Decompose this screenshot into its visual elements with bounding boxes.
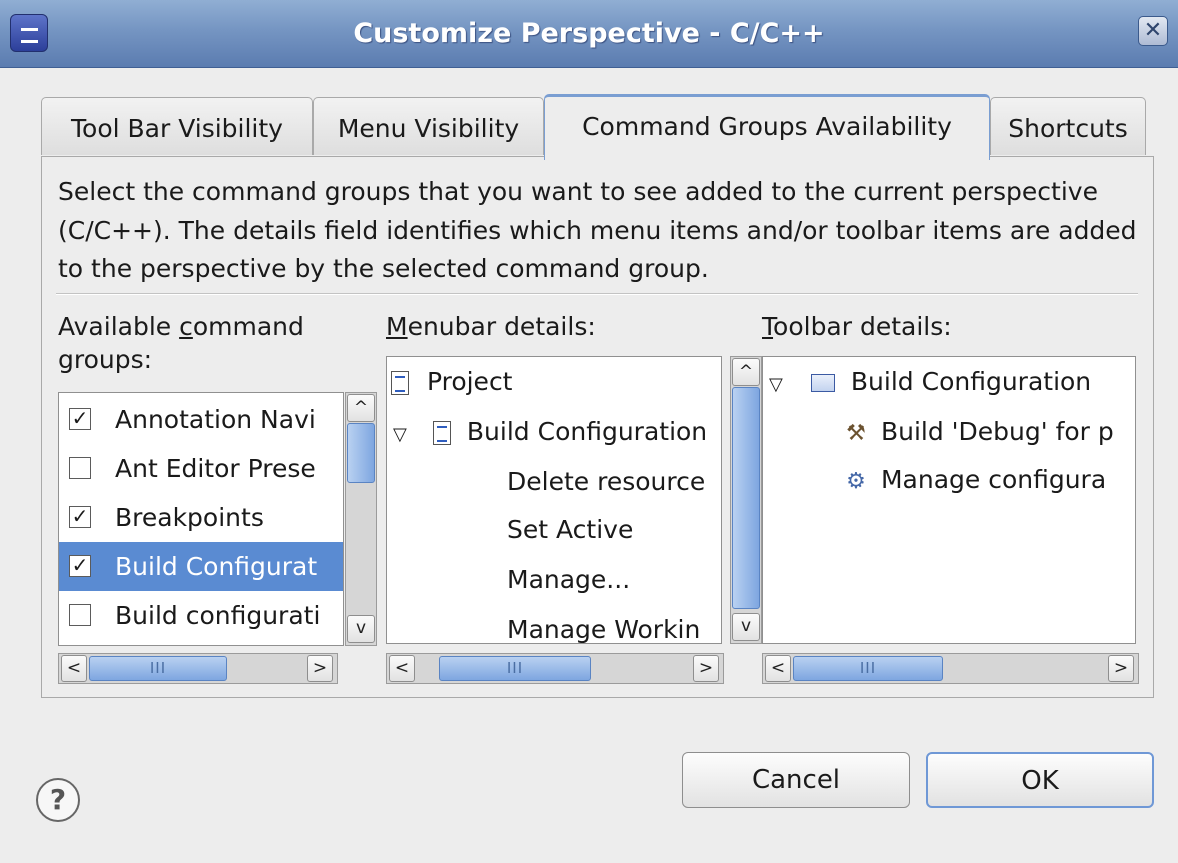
available-command-groups-label-line2: groups: xyxy=(58,345,153,374)
scroll-thumb[interactable]: III xyxy=(439,656,591,681)
list-item[interactable]: Ant Editor Prese xyxy=(59,444,343,493)
window-title: Customize Perspective - C/C++ xyxy=(353,18,825,49)
tab-tool-bar-visibility[interactable]: Tool Bar Visibility xyxy=(41,97,313,155)
tree-item-build-debug[interactable]: ⚒ Build 'Debug' for p xyxy=(843,407,1114,456)
gear-icon: ⚙ xyxy=(846,469,866,494)
menubar-details-label: Menubar details: xyxy=(386,312,596,341)
tree-item-project[interactable]: Project xyxy=(391,357,513,406)
scroll-thumb[interactable] xyxy=(732,387,760,609)
menubar-vscrollbar[interactable]: ^ v xyxy=(730,356,762,644)
tab-menu-visibility[interactable]: Menu Visibility xyxy=(313,97,544,155)
menubar-details-tree[interactable]: Project ▽ Build Configuration Delete res… xyxy=(386,356,722,644)
toolbar-details-tree[interactable]: ▽ Build Configuration ⚒ Build 'Debug' fo… xyxy=(762,356,1136,644)
list-item[interactable]: Build configurati xyxy=(59,591,343,640)
scroll-thumb[interactable] xyxy=(347,423,375,483)
hammer-icon: ⚒ xyxy=(846,421,866,446)
tree-item-build-configuration[interactable]: ▽ Build Configuration xyxy=(769,357,1091,406)
scroll-right-button[interactable]: > xyxy=(307,655,333,682)
available-command-groups-label: Available command xyxy=(58,312,304,341)
command-groups-vscrollbar[interactable]: ^ v xyxy=(345,392,377,646)
menubar-hscrollbar[interactable]: < III > xyxy=(386,653,724,684)
toolbar-icon xyxy=(810,374,835,392)
scroll-right-button[interactable]: > xyxy=(1108,655,1134,682)
checkbox-unchecked[interactable] xyxy=(69,457,91,479)
help-icon[interactable]: ? xyxy=(36,778,80,822)
tab-shortcuts[interactable]: Shortcuts xyxy=(990,97,1146,155)
separator xyxy=(56,293,1138,295)
scroll-left-button[interactable]: < xyxy=(389,655,415,682)
scroll-right-button[interactable]: > xyxy=(693,655,719,682)
expand-triangle-icon[interactable]: ▽ xyxy=(393,410,417,459)
scroll-up-button[interactable]: ^ xyxy=(347,394,375,422)
tree-item[interactable]: Delete resource xyxy=(507,457,705,506)
tab-command-groups-availability[interactable]: Command Groups Availability xyxy=(544,94,990,160)
scroll-down-button[interactable]: v xyxy=(347,615,375,643)
scroll-thumb[interactable]: III xyxy=(793,656,943,681)
scroll-left-button[interactable]: < xyxy=(765,655,791,682)
command-groups-list[interactable]: ✓ Annotation Navi Ant Editor Prese ✓ Bre… xyxy=(58,392,344,646)
cancel-button[interactable]: Cancel xyxy=(682,752,910,808)
checkbox-checked[interactable]: ✓ xyxy=(69,555,91,577)
scroll-left-button[interactable]: < xyxy=(61,655,87,682)
list-item-selected[interactable]: ✓ Build Configurat xyxy=(59,542,343,591)
document-icon xyxy=(432,421,451,445)
checkbox-checked[interactable]: ✓ xyxy=(69,506,91,528)
ok-button[interactable]: OK xyxy=(926,752,1154,808)
toolbar-details-label: Toolbar details: xyxy=(762,312,952,341)
close-button[interactable]: ✕ xyxy=(1138,16,1168,46)
scroll-thumb[interactable]: III xyxy=(89,656,227,681)
tree-item-manage-configurations[interactable]: ⚙ Manage configura xyxy=(843,455,1106,504)
expand-triangle-icon[interactable]: ▽ xyxy=(769,360,793,409)
toolbar-hscrollbar[interactable]: < III > xyxy=(762,653,1139,684)
document-icon xyxy=(391,371,409,395)
checkbox-checked[interactable]: ✓ xyxy=(69,408,91,430)
tree-item-build-configuration[interactable]: ▽ Build Configuration xyxy=(393,407,707,456)
tree-item[interactable]: Manage Workin xyxy=(507,605,700,643)
list-item[interactable]: ✓ Annotation Navi xyxy=(59,395,343,444)
scroll-down-button[interactable]: v xyxy=(732,613,760,641)
scroll-up-button[interactable]: ^ xyxy=(732,358,760,386)
checkbox-unchecked[interactable] xyxy=(69,604,91,626)
tree-item[interactable]: Set Active xyxy=(507,505,633,554)
description-text: Select the command groups that you want … xyxy=(58,177,1137,283)
list-item[interactable]: ✓ Breakpoints xyxy=(59,493,343,542)
tree-item[interactable]: Manage... xyxy=(507,555,630,604)
command-groups-hscrollbar[interactable]: < III > xyxy=(58,653,338,684)
